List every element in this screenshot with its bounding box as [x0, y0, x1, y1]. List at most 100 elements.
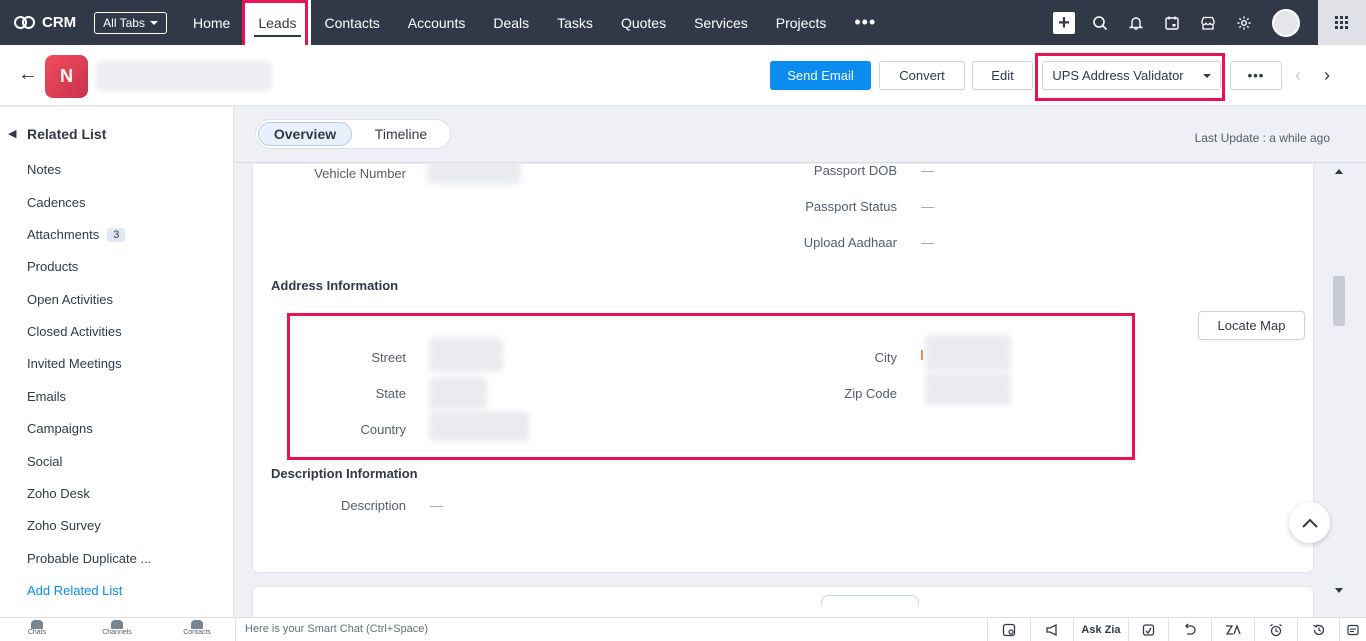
- city-value-marker: [921, 350, 923, 360]
- sidebar-item-label: Campaigns: [27, 421, 93, 436]
- sidebar-item-attachments[interactable]: Attachments 3: [27, 227, 126, 242]
- announcements-button[interactable]: [1030, 618, 1073, 641]
- sidebar-item-invited-meetings[interactable]: Invited Meetings: [27, 356, 122, 371]
- contacts-button[interactable]: Contacts: [172, 620, 222, 636]
- scroll-down-arrow-icon[interactable]: [1335, 588, 1343, 593]
- tab-quotes[interactable]: Quotes: [607, 0, 680, 45]
- all-tabs-dropdown[interactable]: All Tabs: [94, 11, 167, 34]
- feedback-button[interactable]: [1339, 618, 1366, 641]
- sidebar-item-closed-activities[interactable]: Closed Activities: [27, 324, 122, 339]
- city-value-redacted: [925, 335, 1011, 371]
- tab-contacts[interactable]: Contacts: [311, 0, 394, 45]
- calendar-icon: [1165, 16, 1179, 30]
- notifications-button[interactable]: [1118, 0, 1154, 45]
- next-record-chevron-icon[interactable]: ›: [1324, 65, 1330, 86]
- create-new-button[interactable]: +: [1046, 0, 1082, 45]
- user-avatar[interactable]: [1272, 8, 1300, 37]
- sidebar-item-label: Closed Activities: [27, 324, 122, 339]
- tab-leads[interactable]: Leads: [244, 0, 311, 45]
- translate-button[interactable]: [1211, 618, 1254, 641]
- channels-icon: [111, 620, 123, 629]
- sidebar-item-cadences[interactable]: Cadences: [27, 195, 86, 210]
- collapse-sidebar-icon[interactable]: ◀: [8, 127, 16, 140]
- upload-aadhaar-label: Upload Aadhaar: [803, 235, 897, 250]
- sidebar-item-probable-duplicate[interactable]: Probable Duplicate ...: [27, 551, 151, 566]
- tab-timeline[interactable]: Timeline: [356, 122, 446, 146]
- zip-code-label: Zip Code: [844, 386, 897, 401]
- ups-address-validator-button[interactable]: UPS Address Validator: [1042, 61, 1194, 90]
- related-list-title: Related List: [27, 126, 107, 142]
- sidebar-item-label: Invited Meetings: [27, 356, 122, 371]
- convert-button[interactable]: Convert: [879, 61, 965, 90]
- sidebar-item-label: Notes: [27, 162, 61, 177]
- ups-dropdown-toggle[interactable]: [1193, 61, 1221, 90]
- search-button[interactable]: [1082, 0, 1118, 45]
- reminders-button[interactable]: [1254, 618, 1297, 641]
- record-tabs-bar: Overview Timeline Last Update : a while …: [235, 107, 1366, 163]
- settings-button[interactable]: [1226, 0, 1262, 45]
- calendar-button[interactable]: [1154, 0, 1190, 45]
- app-grid-icon: [1335, 15, 1349, 30]
- bottom-bar: Chats Channels Contacts Here is your Sma…: [0, 617, 1366, 641]
- add-related-list-link[interactable]: Add Related List: [27, 583, 122, 598]
- sidebar-item-label: Probable Duplicate ...: [27, 551, 152, 566]
- sidebar-item-zoho-survey[interactable]: Zoho Survey: [27, 518, 101, 533]
- sidebar-item-products[interactable]: Products: [27, 259, 78, 274]
- chevron-up-icon: [1301, 518, 1318, 528]
- ask-zia-button[interactable]: Ask Zia: [1073, 618, 1128, 641]
- passport-status-label: Passport Status: [805, 199, 897, 214]
- more-actions-button[interactable]: •••: [1230, 61, 1282, 90]
- upload-aadhaar-value: —: [921, 235, 934, 250]
- country-label: Country: [360, 422, 406, 437]
- bell-icon: [1128, 16, 1144, 30]
- back-arrow-icon[interactable]: ←: [18, 63, 38, 86]
- sidebar-item-open-activities[interactable]: Open Activities: [27, 292, 113, 307]
- chats-button[interactable]: Chats: [12, 620, 62, 636]
- more-tabs-button[interactable]: •••: [840, 0, 890, 45]
- scrollbar-thumb[interactable]: [1333, 276, 1345, 326]
- apps-grid-button[interactable]: [1318, 0, 1366, 45]
- tab-services[interactable]: Services: [680, 0, 762, 45]
- edit-button[interactable]: Edit: [972, 61, 1033, 90]
- zia-insights-button[interactable]: [1128, 618, 1168, 641]
- tab-overview[interactable]: Overview: [258, 122, 352, 146]
- marketplace-button[interactable]: [1190, 0, 1226, 45]
- sidebar-item-zoho-desk[interactable]: Zoho Desk: [27, 486, 90, 501]
- store-icon: [1201, 16, 1215, 30]
- sidebar-item-label: Emails: [27, 389, 67, 404]
- compose-button[interactable]: [987, 618, 1030, 641]
- tab-accounts[interactable]: Accounts: [394, 0, 480, 45]
- passport-dob-value: —: [921, 164, 934, 178]
- passport-dob-label: Passport DOB: [813, 164, 897, 178]
- history-button[interactable]: [1297, 618, 1339, 641]
- tab-tasks[interactable]: Tasks: [543, 0, 607, 45]
- scroll-up-arrow-icon[interactable]: [1335, 169, 1343, 174]
- refresh-arrow-icon: [1185, 623, 1196, 635]
- chat-icon: [31, 620, 43, 629]
- zip-code-value-redacted: [925, 373, 1011, 405]
- record-name-redacted: [96, 61, 272, 91]
- country-value-redacted: [429, 411, 529, 441]
- sidebar-item-label: Social: [27, 454, 63, 469]
- crm-brand[interactable]: CRM: [14, 14, 76, 31]
- sidebar-item-notes[interactable]: Notes: [27, 162, 61, 177]
- next-section-tab[interactable]: [821, 595, 919, 605]
- sidebar-item-social[interactable]: Social: [27, 454, 62, 469]
- sidebar-item-label: Cadences: [27, 195, 86, 210]
- sidebar-item-label: Zoho Survey: [27, 518, 101, 533]
- description-label: Description: [340, 498, 406, 513]
- sidebar-item-campaigns[interactable]: Campaigns: [27, 421, 93, 436]
- channels-button[interactable]: Channels: [92, 620, 142, 636]
- scroll-to-top-button[interactable]: [1289, 502, 1330, 543]
- vehicle-number-label: Vehicle Number: [314, 166, 406, 181]
- sync-button[interactable]: [1168, 618, 1211, 641]
- tab-deals[interactable]: Deals: [479, 0, 543, 45]
- send-email-button[interactable]: Send Email: [770, 61, 871, 90]
- tab-projects[interactable]: Projects: [762, 0, 841, 45]
- tab-home[interactable]: Home: [179, 0, 244, 45]
- sidebar-item-emails[interactable]: Emails: [27, 389, 66, 404]
- locate-map-button[interactable]: Locate Map: [1198, 311, 1305, 340]
- vertical-scrollbar[interactable]: [1331, 164, 1347, 599]
- smart-chat-input[interactable]: Here is your Smart Chat (Ctrl+Space): [235, 618, 977, 641]
- previous-record-chevron-icon[interactable]: ‹: [1295, 65, 1301, 86]
